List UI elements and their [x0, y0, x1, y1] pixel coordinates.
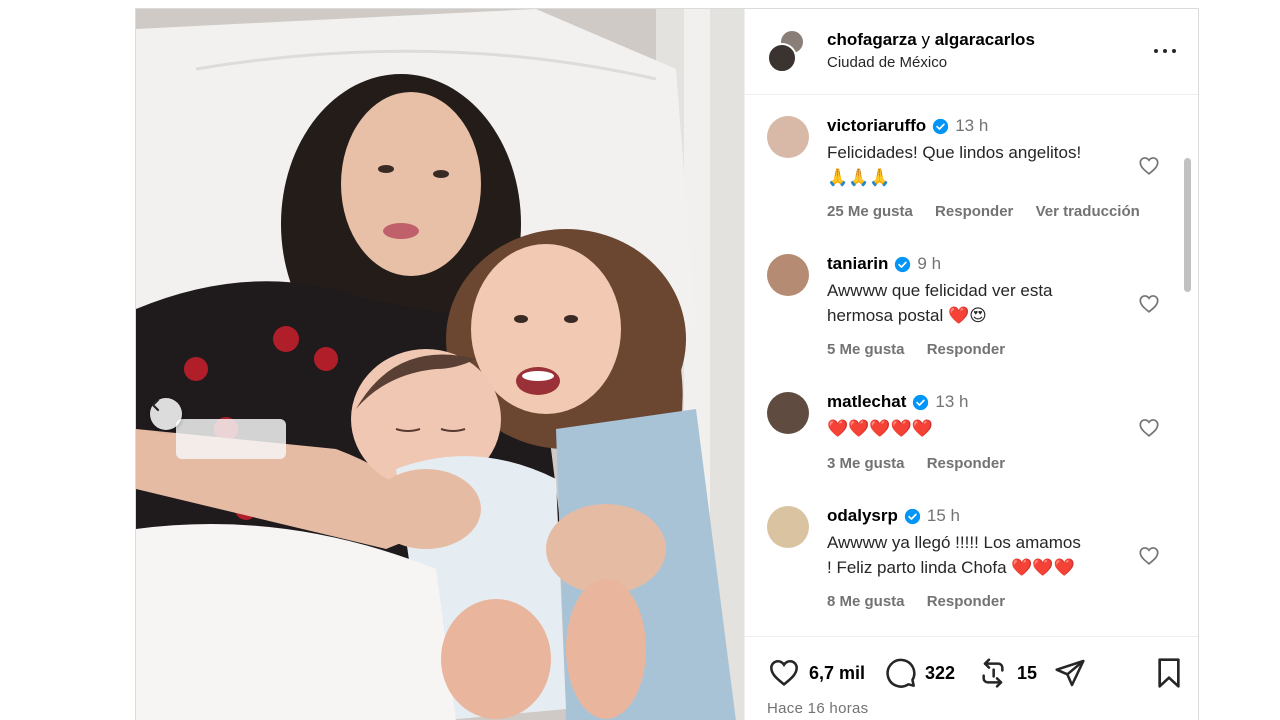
- heart-icon[interactable]: [1138, 417, 1160, 439]
- comment-time[interactable]: 13 h: [955, 116, 988, 136]
- comment-item: odalysrp 15 h Awwww ya llegó !!!!! Los a…: [745, 486, 1175, 616]
- instagram-post: chofagarza y algaracarlos Ciudad de Méxi…: [135, 8, 1199, 720]
- heart-icon[interactable]: [1138, 293, 1160, 315]
- comment-item: taniarin 9 h Awwww que felicidad ver est…: [745, 234, 1175, 364]
- comment-header: victoriaruffo 13 h: [827, 116, 988, 136]
- likes-count[interactable]: 6,7 mil: [809, 663, 865, 684]
- comment-header: odalysrp 15 h: [827, 506, 960, 526]
- comment-meta: 3 Me gusta Responder: [827, 455, 1023, 472]
- chevron-left-icon: [151, 398, 160, 412]
- collab-avatars[interactable]: [767, 29, 805, 75]
- more-options-button[interactable]: [1150, 41, 1180, 61]
- comment-button[interactable]: 322: [885, 657, 955, 689]
- post-side-panel: chofagarza y algaracarlos Ciudad de Méxi…: [744, 9, 1198, 720]
- avatar[interactable]: [767, 392, 809, 434]
- comment-likes[interactable]: 25 Me gusta: [827, 203, 913, 220]
- comment-text: ❤️❤️❤️❤️❤️: [827, 416, 1127, 441]
- author-conjunction: y: [921, 30, 930, 49]
- comment-likes[interactable]: 3 Me gusta: [827, 455, 905, 472]
- post-image: [136, 9, 744, 720]
- comment-bubble-icon: [886, 658, 916, 688]
- comment-username[interactable]: matlechat: [827, 392, 906, 412]
- verified-badge-icon: [904, 508, 921, 524]
- post-actions-bar: 6,7 mil 322 15 Hace 16 horas: [745, 636, 1198, 720]
- author-username[interactable]: chofagarza: [827, 30, 917, 49]
- repost-icon: [982, 658, 1004, 688]
- like-button[interactable]: 6,7 mil: [767, 657, 865, 689]
- comment-text: Awwww ya llegó !!!!! Los amamos ! Feliz …: [827, 530, 1127, 580]
- post-photo: [136, 9, 744, 720]
- comment-text-line: Awwww ya llegó !!!!! Los amamos: [827, 533, 1081, 552]
- comments-scrollbar[interactable]: [1184, 158, 1191, 292]
- verified-badge-icon: [933, 118, 949, 134]
- comment-username[interactable]: odalysrp: [827, 506, 898, 526]
- comment-item: victoriaruffo 13 h Felicidades! Que lind…: [745, 96, 1175, 226]
- comment-meta: 5 Me gusta Responder: [827, 341, 1023, 358]
- verified-badge-icon: [913, 394, 929, 410]
- comment-text-line: 🙏🙏🙏: [827, 168, 891, 187]
- avatar[interactable]: [767, 43, 797, 73]
- comment-header: taniarin 9 h: [827, 254, 941, 274]
- repost-button[interactable]: 15: [977, 657, 1037, 689]
- comments-list[interactable]: victoriaruffo 13 h Felicidades! Que lind…: [745, 96, 1198, 636]
- reply-button[interactable]: Responder: [927, 593, 1005, 610]
- post-authors: chofagarza y algaracarlos: [827, 30, 1035, 50]
- comment-meta: 25 Me gusta Responder Ver traducción: [827, 203, 1158, 220]
- comment-time[interactable]: 15 h: [927, 506, 960, 526]
- post-location[interactable]: Ciudad de México: [827, 54, 947, 71]
- author-username[interactable]: algaracarlos: [935, 30, 1035, 49]
- verified-badge-icon: [895, 256, 911, 272]
- comment-text: Felicidades! Que lindos angelitos! 🙏🙏🙏: [827, 140, 1127, 190]
- avatar[interactable]: [767, 506, 809, 548]
- comment-item: matlechat 13 h ❤️❤️❤️❤️❤️ 3 Me gusta Res…: [745, 372, 1175, 482]
- more-dot-icon: [1163, 49, 1167, 53]
- translate-button[interactable]: Ver traducción: [1036, 203, 1140, 220]
- comment-text: Awwww que felicidad ver esta hermosa pos…: [827, 278, 1127, 328]
- comment-header: matlechat 13 h: [827, 392, 968, 412]
- comment-time[interactable]: 13 h: [935, 392, 968, 412]
- send-paper-plane-icon: [1055, 659, 1085, 687]
- bookmark-icon: [1158, 658, 1180, 688]
- comment-username[interactable]: taniarin: [827, 254, 888, 274]
- comment-text-line: Felicidades! Que lindos angelitos!: [827, 143, 1082, 162]
- comment-meta: 8 Me gusta Responder: [827, 593, 1023, 610]
- reposts-count: 15: [1017, 662, 1038, 683]
- comment-text-line: ❤️❤️❤️❤️❤️: [827, 419, 933, 438]
- reply-button[interactable]: Responder: [927, 455, 1005, 472]
- heart-icon[interactable]: [1138, 155, 1160, 177]
- post-header: chofagarza y algaracarlos Ciudad de Méxi…: [745, 9, 1198, 95]
- more-dot-icon: [1154, 49, 1158, 53]
- comment-likes[interactable]: 5 Me gusta: [827, 341, 905, 358]
- comments-count: 322: [925, 662, 956, 683]
- post-timestamp[interactable]: Hace 16 horas: [767, 700, 868, 717]
- carousel-previous-button[interactable]: [150, 398, 182, 430]
- save-button[interactable]: [1155, 657, 1183, 689]
- heart-icon[interactable]: [1138, 545, 1160, 567]
- more-dot-icon: [1172, 49, 1176, 53]
- comment-text-line: hermosa postal ❤️😍: [827, 306, 987, 325]
- avatar[interactable]: [767, 116, 809, 158]
- comment-likes[interactable]: 8 Me gusta: [827, 593, 905, 610]
- heart-icon: [770, 659, 798, 686]
- comment-text-line: ! Feliz parto linda Chofa ❤️❤️❤️: [827, 558, 1075, 577]
- comment-text-line: Awwww que felicidad ver esta: [827, 281, 1053, 300]
- comment-username[interactable]: victoriaruffo: [827, 116, 926, 136]
- reply-button[interactable]: Responder: [927, 341, 1005, 358]
- share-button[interactable]: [1054, 657, 1086, 689]
- avatar[interactable]: [767, 254, 809, 296]
- reply-button[interactable]: Responder: [935, 203, 1013, 220]
- comment-time[interactable]: 9 h: [917, 254, 941, 274]
